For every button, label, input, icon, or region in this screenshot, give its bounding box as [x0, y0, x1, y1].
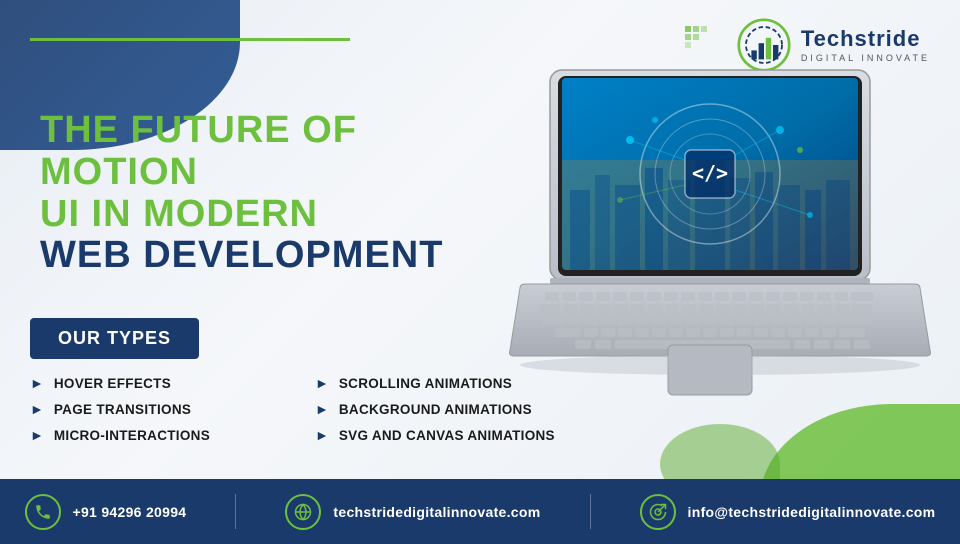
list-item: ► SVG AND CANVAS ANIMATIONS	[315, 427, 570, 443]
list-item: ► MICRO-INTERACTIONS	[30, 427, 285, 443]
page-background: Techstride DIGITAL INNOVATE THE FUTURE O…	[0, 0, 960, 544]
svg-text:</>: </>	[692, 161, 728, 185]
feature-label: SCROLLING ANIMATIONS	[339, 376, 512, 391]
footer-phone: +91 94296 20994	[25, 494, 187, 530]
top-accent-line	[30, 38, 350, 41]
headline-line1: THE FUTURE OF MOTION	[40, 110, 520, 194]
headline-area: THE FUTURE OF MOTION UI IN MODERN WEB DE…	[40, 110, 520, 277]
logo-text: Techstride DIGITAL INNOVATE	[801, 27, 930, 62]
phone-text: +91 94296 20994	[73, 504, 187, 520]
footer-website: techstridedigitalinnovate.com	[285, 494, 540, 530]
features-list: ► HOVER EFFECTS ► SCROLLING ANIMATIONS ►…	[30, 375, 570, 443]
footer-bar: +91 94296 20994 techstridedigitalinnovat…	[0, 479, 960, 544]
arrow-icon: ►	[30, 375, 44, 391]
footer-divider-2	[590, 494, 591, 529]
arrow-icon: ►	[30, 401, 44, 417]
headline-line2: UI IN MODERN	[40, 194, 520, 236]
feature-label: SVG AND CANVAS ANIMATIONS	[339, 428, 555, 443]
our-types-badge: OUR TYPES	[30, 318, 199, 359]
arrow-icon: ►	[315, 401, 329, 417]
arrow-icon: ►	[315, 427, 329, 443]
website-text: techstridedigitalinnovate.com	[333, 504, 540, 520]
globe-icon	[285, 494, 321, 530]
laptop-illustration: </>	[500, 60, 940, 420]
list-item: ► PAGE TRANSITIONS	[30, 401, 285, 417]
feature-label: HOVER EFFECTS	[54, 376, 171, 391]
email-text: info@techstridedigitalinnovate.com	[688, 504, 936, 520]
email-icon	[640, 494, 676, 530]
feature-label: MICRO-INTERACTIONS	[54, 428, 210, 443]
list-item: ► HOVER EFFECTS	[30, 375, 285, 391]
arrow-icon: ►	[315, 375, 329, 391]
footer-email: info@techstridedigitalinnovate.com	[640, 494, 936, 530]
feature-label: PAGE TRANSITIONS	[54, 402, 191, 417]
arrow-icon: ►	[30, 427, 44, 443]
footer-divider-1	[235, 494, 236, 529]
phone-icon	[25, 494, 61, 530]
headline-line3: WEB DEVELOPMENT	[40, 235, 520, 277]
